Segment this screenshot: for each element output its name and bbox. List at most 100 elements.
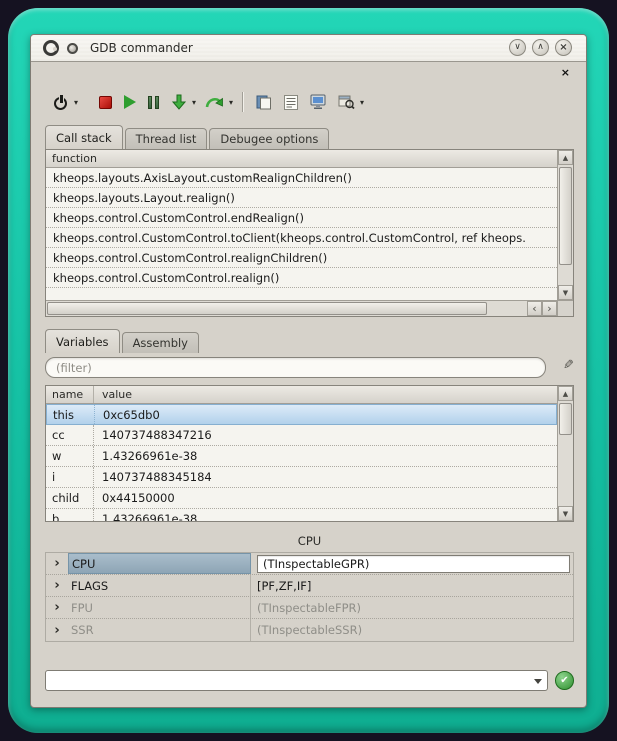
callstack-row[interactable]: kheops.control.CustomControl.toClient(kh… [46,228,557,248]
scrollbar-thumb[interactable] [559,403,572,435]
monitor-icon [310,94,326,110]
stop-button[interactable] [96,90,115,114]
callstack-list: function kheops.layouts.AxisLayout.custo… [46,150,557,300]
expander-icon[interactable]: › [46,579,68,592]
callstack-row[interactable]: kheops.control.CustomControl.realign() [46,268,557,288]
inspect-dropdown[interactable]: ▾ [360,98,364,107]
variable-value: 1.43266961e-38 [94,449,197,463]
panel-close-button[interactable]: × [561,66,570,79]
column-function[interactable]: function [46,152,97,165]
app-icon[interactable] [43,40,59,56]
scroll-down-button[interactable]: ▼ [558,285,573,300]
pause-button[interactable] [145,90,162,114]
scroll-up-button[interactable]: ▲ [558,386,573,401]
filter-row: ✎ [45,357,574,379]
callstack-panel: function kheops.layouts.AxisLayout.custo… [45,149,574,317]
close-icon: × [559,43,567,53]
callstack-horizontal-scrollbar[interactable]: ‹ › [46,300,557,316]
screen: GDB commander ∨ ∧ × × ▾ ▾ [0,0,617,741]
play-icon [124,95,136,109]
column-value[interactable]: value [94,388,132,401]
step-over-button[interactable] [202,90,227,114]
tab-debugee-options[interactable]: Debugee options [209,128,329,149]
maximize-button[interactable]: ∧ [532,39,549,56]
toolbar-separator [242,92,244,112]
variable-row[interactable]: child 0x44150000 [46,488,557,509]
variable-row[interactable]: this 0xc65db0 [46,404,557,425]
variables-column-header[interactable]: name value [46,386,557,404]
pause-icon [148,96,159,109]
scroll-right-button[interactable]: › [542,301,557,316]
mid-tab-bar: Variables Assembly [45,330,201,353]
scroll-up-button[interactable]: ▲ [558,150,573,165]
gdb-commander-window: GDB commander ∨ ∧ × × ▾ ▾ [30,34,587,708]
cpu-row-value: [PF,ZF,IF] [251,575,573,596]
cpu-value-field[interactable]: (TInspectableGPR) [257,555,570,573]
toolbar: ▾ ▾ ▾ [51,89,364,115]
cpu-inspector: › CPU (TInspectableGPR) › FLAGS [PF,ZF,I… [45,552,574,642]
scrollbar-thumb[interactable] [47,302,487,315]
callstack-row[interactable]: kheops.control.CustomControl.endRealign(… [46,208,557,228]
scroll-down-icon: ▼ [563,510,568,518]
scrollbar-thumb[interactable] [559,167,572,265]
confirm-button[interactable]: ✔ [555,671,574,690]
callstack-column-header[interactable]: function [46,150,557,168]
tab-thread-list[interactable]: Thread list [125,128,208,149]
cpu-row-value: (TInspectableSSR) [251,619,573,641]
variable-row[interactable]: i 140737488345184 [46,467,557,488]
cpu-row-name: SSR [68,619,251,641]
tab-assembly[interactable]: Assembly [122,332,199,353]
titlebar[interactable]: GDB commander ∨ ∧ × [31,35,586,62]
chevron-down-icon: ∨ [514,43,521,52]
combo-dropdown-icon[interactable] [534,679,542,684]
inspect-button[interactable] [335,90,358,114]
run-button[interactable] [121,90,139,114]
expander-icon: › [46,624,68,637]
variable-value: 140737488345184 [94,470,212,484]
shade-button[interactable]: ∨ [509,39,526,56]
callstack-vertical-scrollbar[interactable]: ▲ ▼ [557,150,573,300]
filter-input[interactable] [45,357,546,378]
scroll-up-icon: ▲ [563,390,568,398]
column-name[interactable]: name [46,386,94,403]
expander-icon[interactable]: › [46,557,68,570]
step-into-button[interactable] [168,90,190,114]
document-icon [256,95,272,110]
variables-vertical-scrollbar[interactable]: ▲ ▼ [557,386,573,521]
tab-variables[interactable]: Variables [45,329,120,353]
cpu-row: › SSR (TInspectableSSR) [46,619,573,641]
list-button[interactable] [281,90,301,114]
variable-name: cc [46,425,94,445]
scrollbar-corner [557,300,573,316]
document-button[interactable] [253,90,275,114]
callstack-row[interactable]: kheops.layouts.Layout.realign() [46,188,557,208]
scroll-left-button[interactable]: ‹ [527,301,542,316]
scroll-down-button[interactable]: ▼ [558,506,573,521]
window-buttons: ∨ ∧ × [509,39,572,56]
power-button[interactable] [51,90,72,114]
monitor-button[interactable] [307,90,329,114]
expander-icon: › [46,601,68,614]
window-menu-icon[interactable] [67,43,78,54]
cpu-row-name[interactable]: CPU [68,553,251,574]
step-over-icon [205,94,224,110]
variables-panel: name value this 0xc65db0 cc 140737488347… [45,385,574,522]
cpu-row[interactable]: › CPU (TInspectableGPR) [46,553,573,575]
cpu-row[interactable]: › FLAGS [PF,ZF,IF] [46,575,573,597]
step-over-dropdown[interactable]: ▾ [229,98,233,107]
filter-pen-icon[interactable]: ✎ [563,358,574,373]
step-into-dropdown[interactable]: ▾ [192,98,196,107]
callstack-row[interactable]: kheops.control.CustomControl.realignChil… [46,248,557,268]
variable-row[interactable]: cc 140737488347216 [46,425,557,446]
callstack-row[interactable]: kheops.layouts.AxisLayout.customRealignC… [46,168,557,188]
power-dropdown[interactable]: ▾ [74,98,78,107]
variable-value: 0x44150000 [94,491,175,505]
tab-call-stack[interactable]: Call stack [45,125,123,149]
command-combobox[interactable] [45,670,548,691]
power-icon [54,95,69,110]
variable-row[interactable]: b 1.43266961e-38 [46,509,557,521]
cpu-row-name[interactable]: FLAGS [68,575,251,596]
window-title: GDB commander [90,41,193,55]
close-button[interactable]: × [555,39,572,56]
variable-row[interactable]: w 1.43266961e-38 [46,446,557,467]
